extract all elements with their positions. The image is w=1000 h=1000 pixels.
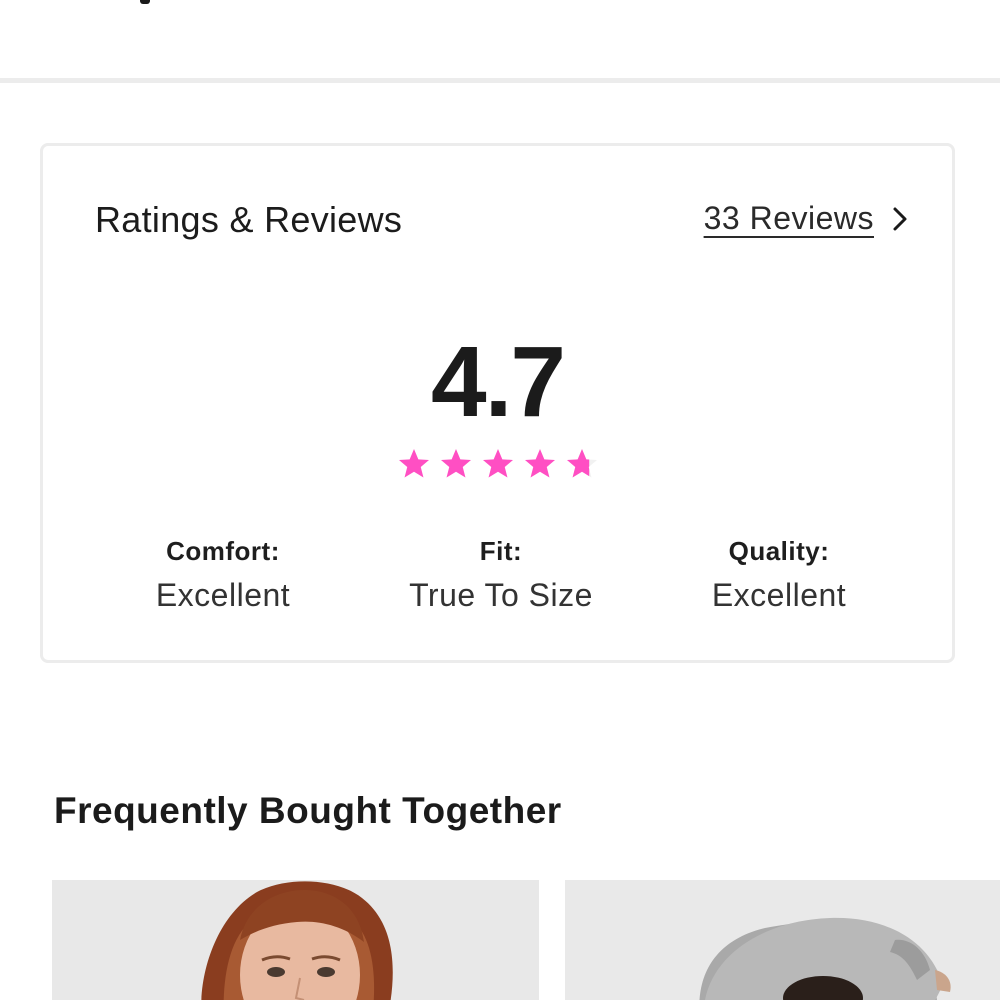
star-partial-icon [566,449,597,478]
attribute-value: True To Size [409,577,593,613]
attribute-label: Comfort: [166,536,280,566]
star-icon [398,449,429,478]
star-icon [524,449,555,478]
product-card[interactable] [52,880,539,1000]
average-rating: 4.7 [430,326,566,438]
rating-attributes: Comfort: Excellent Fit: True To Size Qua… [43,536,952,616]
attribute-value: Excellent [711,577,847,613]
attribute-fit: Fit: True To Size [409,536,593,614]
section-divider [0,78,1000,83]
frequently-bought-title: Frequently Bought Together [54,790,562,831]
reviews-link[interactable]: 33 Reviews [704,200,908,237]
star-rating [43,446,952,482]
page: Ratings & Reviews 33 Reviews 4.7 Comfort… [0,0,1000,1000]
attribute-value: Excellent [155,577,291,613]
star-icon [482,449,513,478]
attribute-label: Fit: [479,536,523,566]
ratings-title: Ratings & Reviews [95,199,403,240]
attribute-quality: Quality: Excellent [712,536,846,614]
attribute-comfort: Comfort: Excellent [156,536,290,614]
model-portrait-image[interactable] [52,880,539,1000]
attribute-label: Quality: [728,536,830,566]
star-icon [440,449,471,478]
chevron-right-icon[interactable] [892,206,908,232]
product-card[interactable] [565,880,1000,1000]
reviews-link-label[interactable]: 33 Reviews [704,200,874,237]
ratings-reviews-card: Ratings & Reviews 33 Reviews 4.7 Comfort… [40,143,955,663]
truncated-header-glyph [140,0,150,4]
grey-sweater-image[interactable] [565,880,1000,1000]
